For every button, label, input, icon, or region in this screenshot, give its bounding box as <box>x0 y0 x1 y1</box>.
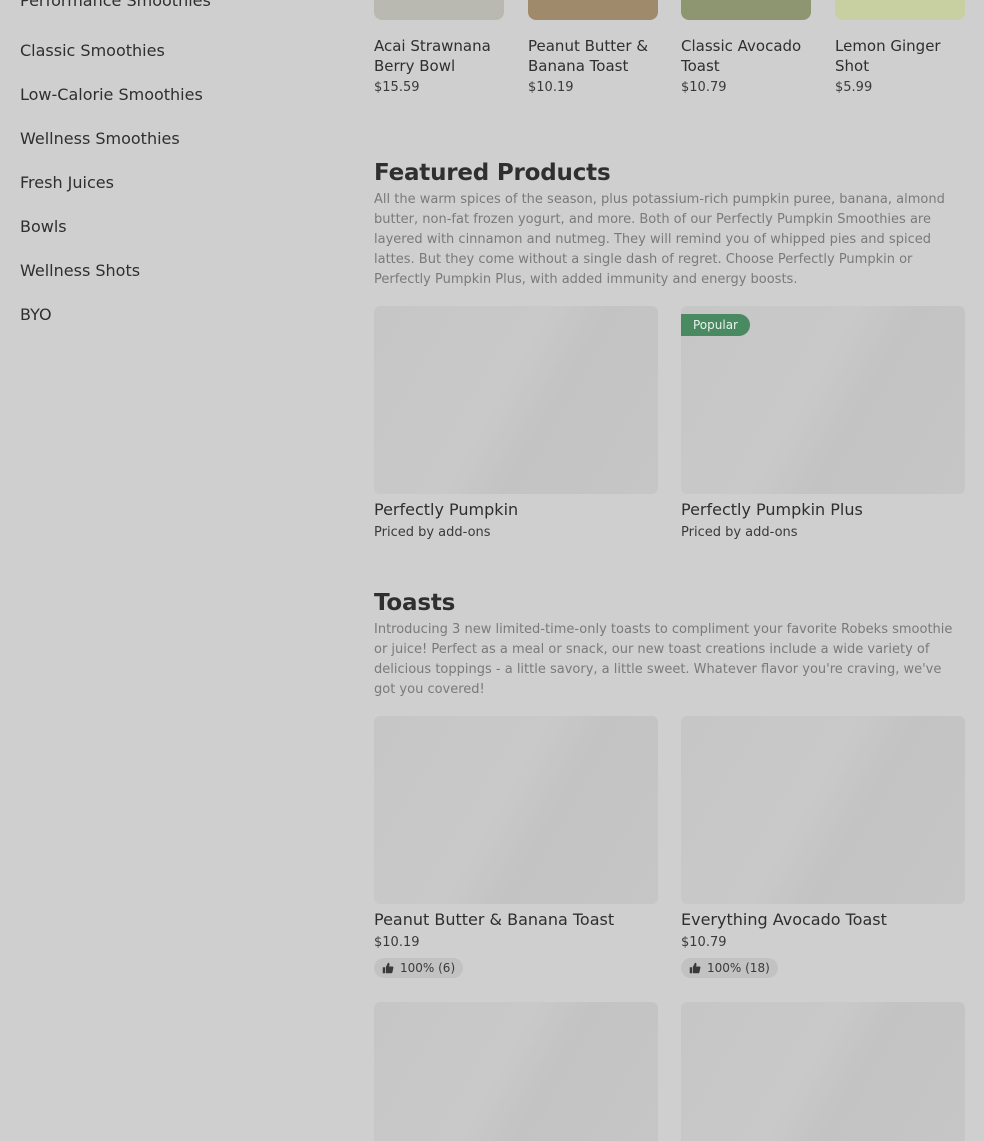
rating-text: 100% (6) <box>400 961 456 975</box>
top-item[interactable]: Acai Strawnana Berry Bowl $15.59 <box>374 0 504 95</box>
product-name: Peanut Butter & Banana Toast <box>374 910 615 929</box>
thumbs-up-icon <box>689 962 701 974</box>
product-name: Peanut Butter & Banana Toast <box>528 37 649 75</box>
product-price: $10.79 <box>681 935 727 950</box>
section-title: Featured Products <box>374 160 611 186</box>
product-thumbnail <box>374 0 504 20</box>
product-card[interactable]: Peanut Butter & Banana Toast $10.19 100%… <box>374 716 658 978</box>
product-price: $10.79 <box>681 80 727 95</box>
product-name: Acai Strawnana Berry Bowl <box>374 37 491 75</box>
rating-badge: 100% (6) <box>374 958 464 978</box>
top-item[interactable]: Peanut Butter & Banana Toast $10.19 <box>528 0 658 95</box>
rating-text: 100% (18) <box>707 961 770 975</box>
section-description: All the warm spices of the season, plus … <box>374 192 945 287</box>
product-thumbnail <box>528 0 658 20</box>
product-image <box>681 1002 965 1141</box>
category-low-calorie-smoothies[interactable]: Low-Calorie Smoothies <box>20 86 203 130</box>
product-thumbnail <box>681 0 811 20</box>
featured-section: Featured Products All the warm spices of… <box>374 160 964 290</box>
product-price: $10.19 <box>528 80 574 95</box>
category-byo[interactable]: BYO <box>20 306 203 350</box>
product-image <box>374 1002 658 1141</box>
category-fresh-juices[interactable]: Fresh Juices <box>20 174 203 218</box>
category-classic-smoothies[interactable]: Classic Smoothies <box>20 42 203 86</box>
product-price: Priced by add-ons <box>681 525 798 540</box>
top-item[interactable]: Classic Avocado Toast $10.79 <box>681 0 811 95</box>
product-image <box>681 716 965 904</box>
product-thumbnail <box>835 0 965 20</box>
category-performance-smoothies[interactable]: Performance Smoothies <box>20 0 211 36</box>
product-card[interactable]: Everything Avocado Toast $10.79 100% (18… <box>681 716 965 978</box>
product-card[interactable] <box>374 1002 658 1141</box>
popular-items-row: Acai Strawnana Berry Bowl $15.59 Peanut … <box>374 0 965 100</box>
product-image <box>374 716 658 904</box>
rating-badge: 100% (18) <box>681 958 778 978</box>
thumbs-up-icon <box>382 962 394 974</box>
product-card[interactable] <box>681 1002 965 1141</box>
product-name: Classic Avocado Toast <box>681 37 802 75</box>
product-name: Perfectly Pumpkin Plus <box>681 500 863 519</box>
product-card[interactable]: Perfectly Pumpkin Priced by add-ons <box>374 306 658 540</box>
section-description: Introducing 3 new limited-time-only toas… <box>374 622 953 697</box>
product-image <box>374 306 658 494</box>
category-wellness-shots[interactable]: Wellness Shots <box>20 262 203 306</box>
product-price: $15.59 <box>374 80 420 95</box>
popular-badge: Popular <box>681 314 750 336</box>
product-price: Priced by add-ons <box>374 525 491 540</box>
category-bowls[interactable]: Bowls <box>20 218 203 262</box>
product-image: Popular <box>681 306 965 494</box>
top-item[interactable]: Lemon Ginger Shot $5.99 <box>835 0 965 95</box>
product-name: Perfectly Pumpkin <box>374 500 519 519</box>
product-card[interactable]: Popular Perfectly Pumpkin Plus Priced by… <box>681 306 965 540</box>
product-price: $10.19 <box>374 935 420 950</box>
product-name: Everything Avocado Toast <box>681 910 887 929</box>
section-title: Toasts <box>374 590 456 616</box>
toasts-section: Toasts Introducing 3 new limited-time-on… <box>374 590 964 700</box>
product-name: Lemon Ginger Shot <box>835 37 941 75</box>
category-wellness-smoothies[interactable]: Wellness Smoothies <box>20 130 203 174</box>
product-price: $5.99 <box>835 80 873 95</box>
